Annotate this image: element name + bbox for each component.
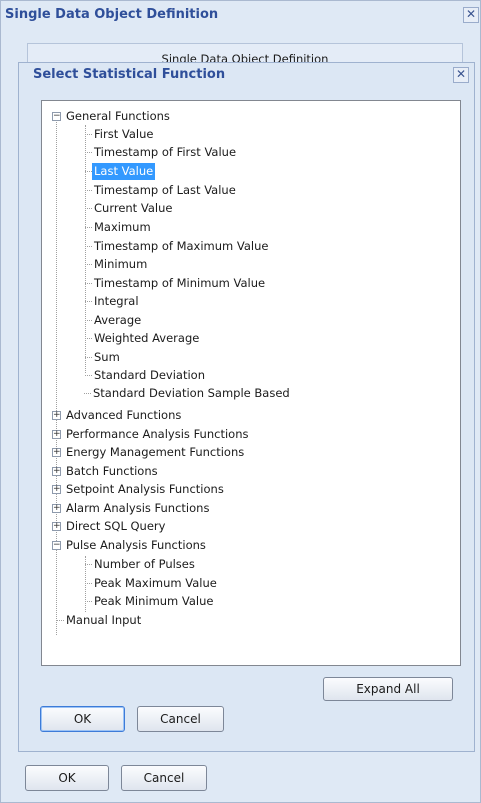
tree-node-pulse-analysis[interactable]: Pulse Analysis Functions [64,537,208,554]
tree-branch [85,152,92,153]
tree-branch [85,583,92,584]
tree-item-current-value[interactable]: Current Value [92,200,174,217]
inner-cancel-button[interactable]: Cancel [137,706,224,732]
tree-item-timestamp-minimum[interactable]: Timestamp of Minimum Value [92,275,267,292]
tree-node-alarm-analysis[interactable]: Alarm Analysis Functions [64,500,211,517]
tree-item-last-value[interactable]: Last Value [92,163,156,180]
tree-item-minimum[interactable]: Minimum [92,256,149,273]
expand-batch-icon[interactable]: + [52,467,61,476]
tree-item-peak-minimum[interactable]: Peak Minimum Value [92,593,216,610]
tree-node-general-functions[interactable]: General Functions [64,108,172,125]
tree-node-direct-sql-query[interactable]: Direct SQL Query [64,518,167,535]
tree-node-setpoint-analysis[interactable]: Setpoint Analysis Functions [64,481,226,498]
tree-branch [85,357,92,358]
expand-energy-icon[interactable]: + [52,448,61,457]
tree-item-standard-deviation[interactable]: Standard Deviation [92,367,207,384]
tree-branch [85,375,92,376]
tree-branch [56,620,64,621]
tree-connector-root [56,115,57,635]
collapse-pulse-icon[interactable]: − [52,541,61,550]
tree-branch [85,564,92,565]
tree-branch [84,393,91,394]
inner-close-icon[interactable]: ✕ [453,67,469,83]
expand-setpoint-icon[interactable]: + [52,485,61,494]
tree-item-average[interactable]: Average [92,312,143,329]
inner-titlebar: Select Statistical Function ✕ [19,63,474,87]
tree-branch [85,134,92,135]
tree-branch [85,246,92,247]
tree-branch [85,171,92,172]
tree-branch [85,208,92,209]
outer-dialog-title: Single Data Object Definition [5,7,219,22]
function-tree[interactable]: − General Functions First Value Timestam… [41,100,461,666]
tree-item-timestamp-first-value[interactable]: Timestamp of First Value [92,144,238,161]
inner-ok-button[interactable]: OK [40,706,125,732]
collapse-general-icon[interactable]: − [52,112,61,121]
tree-connector-general [85,125,86,373]
tree-item-sum[interactable]: Sum [92,349,122,366]
tree-item-weighted-average[interactable]: Weighted Average [92,330,201,347]
tree-item-timestamp-last-value[interactable]: Timestamp of Last Value [92,182,238,199]
tree-branch [85,283,92,284]
tree-node-performance-analysis[interactable]: Performance Analysis Functions [64,426,250,443]
expand-direct-sql-icon[interactable]: + [52,522,61,531]
tree-node-advanced-functions[interactable]: Advanced Functions [64,407,183,424]
tree-branch [85,227,92,228]
tree-node-batch-functions[interactable]: Batch Functions [64,463,160,480]
tree-branch [85,338,92,339]
tree-branch [85,301,92,302]
inner-dialog-title: Select Statistical Function [33,67,226,82]
expand-advanced-icon[interactable]: + [52,411,61,420]
tree-item-timestamp-maximum[interactable]: Timestamp of Maximum Value [92,238,271,255]
tree-branch [85,190,92,191]
outer-ok-button[interactable]: OK [25,765,109,791]
tree-node-energy-management[interactable]: Energy Management Functions [64,444,246,461]
tree-node-manual-input[interactable]: Manual Input [64,612,143,629]
outer-cancel-button[interactable]: Cancel [121,765,207,791]
tree-item-first-value[interactable]: First Value [92,126,155,143]
expand-all-button[interactable]: Expand All [323,677,453,701]
expand-alarm-icon[interactable]: + [52,504,61,513]
expand-performance-icon[interactable]: + [52,430,61,439]
tree-branch [85,320,92,321]
tree-branch [85,264,92,265]
tree-item-std-dev-sample-based[interactable]: Standard Deviation Sample Based [91,385,292,402]
tree-item-integral[interactable]: Integral [92,293,141,310]
tree-item-number-of-pulses[interactable]: Number of Pulses [92,556,197,573]
outer-titlebar: Single Data Object Definition ✕ [1,1,480,31]
tree-item-maximum[interactable]: Maximum [92,219,153,236]
tree-branch [85,601,92,602]
tree-item-peak-maximum[interactable]: Peak Maximum Value [92,575,219,592]
outer-close-icon[interactable]: ✕ [463,7,479,23]
